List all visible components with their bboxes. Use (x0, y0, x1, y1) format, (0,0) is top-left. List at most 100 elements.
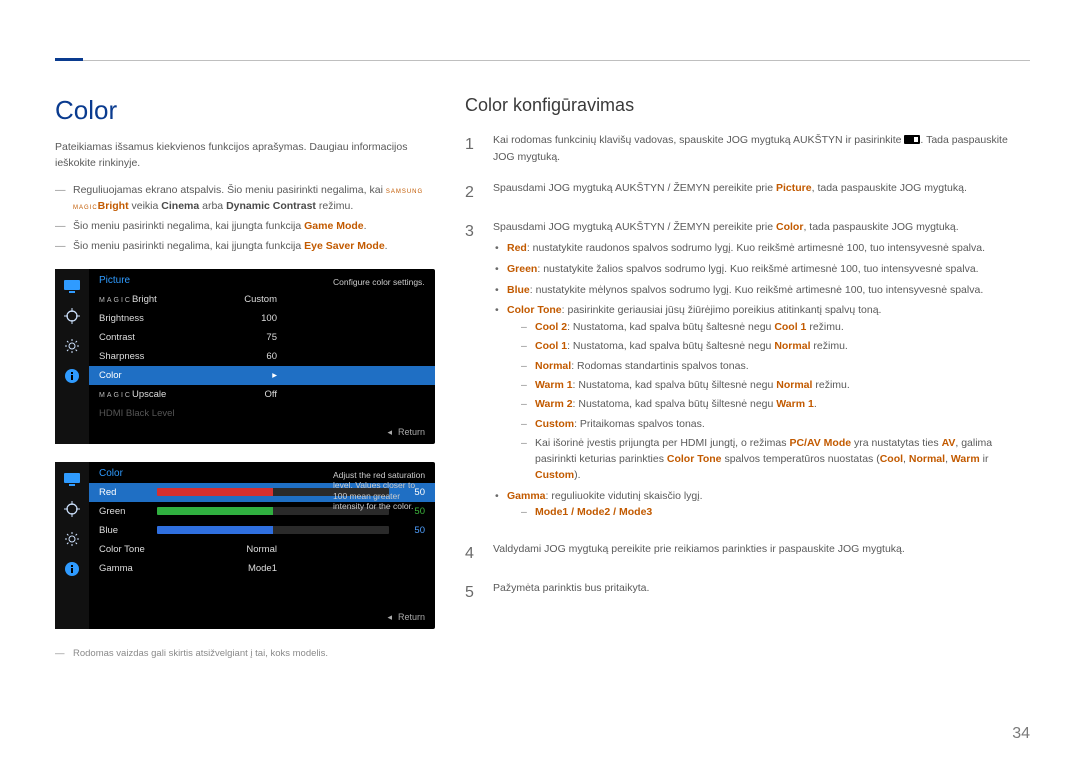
cool-ref: Cool (880, 453, 903, 465)
gear-icon (60, 528, 84, 550)
sub-end: režimu. (811, 340, 848, 352)
cinema-term: Cinema (161, 200, 199, 212)
menu-icon (904, 135, 920, 144)
bullet-text: : nustatykite mėlynos spalvos sodrumo ly… (530, 284, 983, 296)
osd-body: Picture Configure color settings. MAGICB… (89, 269, 435, 444)
step-body: Spausdami JOG mygtuką AUKŠTYN / ŽEMYN pe… (493, 219, 1030, 526)
gamma-modes: Mode1 / Mode2 / Mode3 (521, 504, 1030, 520)
cool2-term: Cool 2 (535, 321, 567, 333)
step-1: 1 Kai rodomas funkcinių klavišų vadovas,… (465, 132, 1030, 166)
row-value: 50 (397, 525, 425, 536)
osd-tooltip: Adjust the red saturation level. Values … (329, 466, 431, 517)
bright-label: Bright (98, 200, 129, 212)
warm2-term: Warm 2 (535, 398, 573, 410)
top-accent (55, 58, 83, 61)
osd-color-menu: Color Adjust the red saturation level. V… (55, 462, 435, 629)
row-value: 100 (217, 313, 277, 324)
game-mode-term: Game Mode (304, 220, 364, 232)
row-label: Brightness (99, 313, 209, 324)
sub-cool2: Cool 2: Nustatoma, kad spalva būtų šalte… (521, 319, 1030, 335)
row-value: 60 (217, 351, 277, 362)
osd-body: Color Adjust the red saturation level. V… (89, 462, 435, 629)
step-5: 5 Pažymėta parinktis bus pritaikyta. (465, 580, 1030, 606)
cool1-term: Cool 1 (535, 340, 567, 352)
custom-term: Custom (535, 418, 574, 430)
hdmi-text-c: yra nustatytas ties (851, 437, 941, 449)
intro-text: Pateikiamas išsamus kiekvienos funkcijos… (55, 140, 435, 172)
row-label: HDMI Black Level (99, 408, 209, 419)
step-body: Spausdami JOG mygtuką AUKŠTYN / ŽEMYN pe… (493, 180, 1030, 206)
normal-ref2: Normal (909, 453, 945, 465)
sub-end: . (814, 398, 817, 410)
step-3: 3 Spausdami JOG mygtuką AUKŠTYN / ŽEMYN … (465, 219, 1030, 526)
magic-text: MAGIC (99, 297, 132, 304)
bullet-text: : nustatykite žalios spalvos sodrumo lyg… (537, 263, 978, 275)
bullet-blue: Blue: nustatykite mėlynos spalvos sodrum… (493, 282, 1030, 299)
steps-list: 1 Kai rodomas funkcinių klavišų vadovas,… (465, 132, 1030, 606)
step-text: Spausdami JOG mygtuką AUKŠTYN / ŽEMYN pe… (493, 221, 776, 233)
blue-term: Blue (507, 284, 530, 296)
step-text-b: , tada paspauskite JOG mygtuką. (803, 221, 958, 233)
sub-hdmi-note: Kai išorinė įvestis prijungta per HDMI j… (521, 435, 1030, 484)
color-tone-sublist: Cool 2: Nustatoma, kad spalva būtų šalte… (521, 319, 1030, 483)
bullet-text: : reguliuokite vidutinį skaisčio lygį. (546, 490, 703, 502)
osd-rows: MAGICBright Custom Brightness 100 Contra… (89, 290, 435, 423)
row-label: Color Tone (99, 544, 209, 555)
osd-row-magic-bright: MAGICBright Custom (89, 290, 435, 309)
top-rule (55, 60, 1030, 61)
picture-term: Picture (776, 182, 812, 194)
normal-ref: Normal (776, 379, 812, 391)
sub-text: : Nustatoma, kad spalva būtų šiltesnė ne… (573, 398, 777, 410)
eye-saver-term: Eye Saver Mode (304, 240, 385, 252)
bullet-color-tone: Color Tone: pasirinkite geriausiai jūsų … (493, 302, 1030, 483)
return-label: Return (398, 612, 425, 622)
note-1-mid: veikia (129, 200, 162, 212)
and-text: ir (980, 453, 989, 465)
osd-row-color: Color ▸ (89, 366, 435, 385)
osd-picture-menu: Picture Configure color settings. MAGICB… (55, 269, 435, 444)
osd-title: Picture (99, 275, 130, 286)
hdmi-text-g: spalvos temperatūros nuostatas ( (722, 453, 880, 465)
step-num: 4 (465, 541, 479, 567)
step-text-b: , tada paspauskite JOG mygtuką. (812, 182, 967, 194)
sub-end: režimu. (806, 321, 843, 333)
column-left: Color Pateikiamas išsamus kiekvienos fun… (55, 95, 435, 723)
color-tone-ref: Color Tone (667, 453, 722, 465)
step-4: 4 Valdydami JOG mygtuką pereikite prie r… (465, 541, 1030, 567)
row-value: 75 (217, 332, 277, 343)
row-label: Color (99, 370, 209, 381)
row-value: Custom (217, 294, 277, 305)
osd-title: Color (99, 468, 123, 479)
row-value: Mode1 (217, 563, 277, 574)
bullet-list: Red: nustatykite raudonos spalvos sodrum… (493, 240, 1030, 521)
sub-end: režimu. (812, 379, 849, 391)
page: Color Pateikiamas išsamus kiekvienos fun… (55, 95, 1030, 723)
note-3: Šio meniu pasirinkti negalima, kai įjung… (55, 238, 435, 254)
sub-text: : Nustatoma, kad spalva būtų šaltesnė ne… (567, 321, 774, 333)
blue-bar (157, 526, 389, 534)
note-3-end: . (385, 240, 388, 252)
note-1: Reguliuojamas ekrano atspalvis. Šio meni… (55, 182, 435, 215)
note-1-or: arba (199, 200, 226, 212)
warm-ref: Warm (951, 453, 980, 465)
page-number: 34 (1012, 725, 1030, 743)
footnote: Rodomas vaizdas gali skirtis atsižvelgia… (55, 647, 435, 662)
gamma-sublist: Mode1 / Mode2 / Mode3 (521, 504, 1030, 520)
magic-text: MAGIC (99, 392, 132, 399)
target-icon (60, 305, 84, 327)
bullet-green: Green: nustatykite žalios spalvos sodrum… (493, 261, 1030, 278)
osd-sidebar (55, 462, 89, 629)
return-label: Return (398, 427, 425, 437)
sub-custom: Custom: Pritaikomas spalvos tonas. (521, 416, 1030, 432)
monitor-icon (60, 275, 84, 297)
page-title: Color (55, 95, 435, 126)
hdmi-text-a: Kai išorinė įvestis prijungta per HDMI j… (535, 437, 789, 449)
osd-row-blue: Blue 50 (89, 521, 435, 540)
gamma-modes-text: Mode1 / Mode2 / Mode3 (535, 506, 652, 518)
warm1-ref: Warm 1 (776, 398, 814, 410)
gamma-term: Gamma (507, 490, 546, 502)
sub-cool1: Cool 1: Nustatoma, kad spalva būtų šalte… (521, 338, 1030, 354)
gear-icon (60, 335, 84, 357)
step-body: Pažymėta parinktis bus pritaikyta. (493, 580, 1030, 606)
red-term: Red (507, 242, 527, 254)
